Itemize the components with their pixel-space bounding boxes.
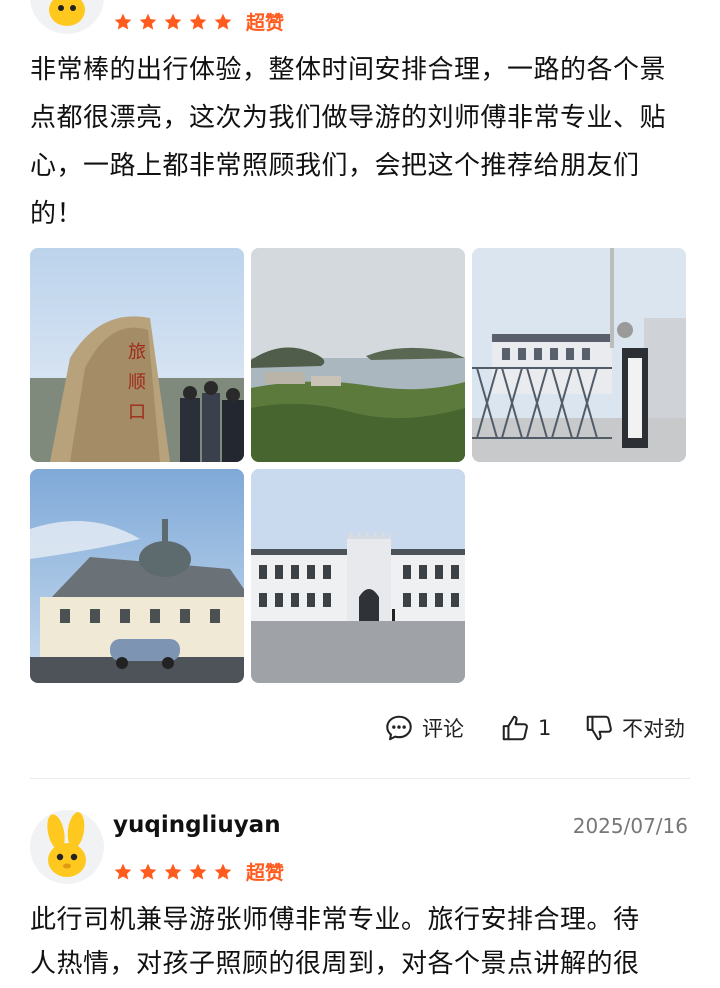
travel-photo-museum-gate bbox=[472, 248, 686, 462]
svg-text:旅: 旅 bbox=[128, 342, 146, 363]
svg-text:顺: 顺 bbox=[128, 372, 146, 393]
thumbs-up-icon bbox=[502, 715, 528, 741]
like-button[interactable]: 1 bbox=[500, 713, 551, 743]
travel-photo-stone-marker: 旅 顺 口 bbox=[30, 248, 244, 462]
rating-stars: 超赞 bbox=[113, 858, 284, 885]
reviewer-username[interactable]: yuqingliuyan bbox=[113, 812, 281, 838]
dislike-button[interactable]: 不对劲 bbox=[584, 713, 685, 743]
star-icon bbox=[139, 13, 157, 30]
review-photo[interactable] bbox=[30, 469, 244, 683]
travel-photo-prison-facade bbox=[251, 469, 465, 683]
review-photo[interactable]: 旅 顺 口 bbox=[30, 248, 244, 462]
like-count: 1 bbox=[538, 716, 552, 740]
star-icon bbox=[189, 13, 207, 30]
rating-stars: 超赞 bbox=[113, 8, 284, 35]
review-photo[interactable] bbox=[251, 469, 465, 683]
review-text-line: 此行司机兼导游张师傅非常专业。旅行安排合理。待 bbox=[30, 905, 640, 935]
review-text: 非常棒的出行体验，整体时间安排合理，一路的各个景点都很漂亮，这次为我们做导游的刘… bbox=[30, 55, 667, 229]
review-photo[interactable] bbox=[251, 248, 465, 462]
reviewer-avatar[interactable] bbox=[30, 810, 104, 884]
review-divider bbox=[30, 778, 690, 779]
review-date: 2025/07/16 bbox=[572, 814, 688, 838]
star-icon bbox=[114, 863, 132, 880]
mascot-rabbit-icon bbox=[49, 0, 85, 26]
rating-label: 超赞 bbox=[246, 862, 285, 884]
travel-photo-coastal-view bbox=[251, 248, 465, 462]
star-icon bbox=[114, 13, 132, 30]
review-text-line: 人热情，对孩子照顾的很周到，对各个景点讲解的很 bbox=[30, 949, 640, 979]
star-icon bbox=[189, 863, 207, 880]
thumbs-down-icon bbox=[586, 715, 612, 741]
dislike-label: 不对劲 bbox=[622, 717, 685, 741]
star-icon bbox=[214, 863, 232, 880]
comment-bubble-icon bbox=[386, 715, 412, 741]
comment-label: 评论 bbox=[422, 717, 464, 741]
mascot-rabbit-icon bbox=[47, 812, 86, 877]
star-icon bbox=[139, 863, 157, 880]
comment-button[interactable]: 评论 bbox=[384, 713, 464, 743]
star-icon bbox=[164, 13, 182, 30]
rating-label: 超赞 bbox=[246, 12, 285, 34]
star-icon bbox=[214, 13, 232, 30]
svg-text:口: 口 bbox=[128, 402, 146, 423]
reviewer-avatar[interactable] bbox=[30, 0, 104, 34]
star-icon bbox=[164, 863, 182, 880]
review-photo[interactable] bbox=[472, 248, 686, 462]
travel-photo-domed-building bbox=[30, 469, 244, 683]
